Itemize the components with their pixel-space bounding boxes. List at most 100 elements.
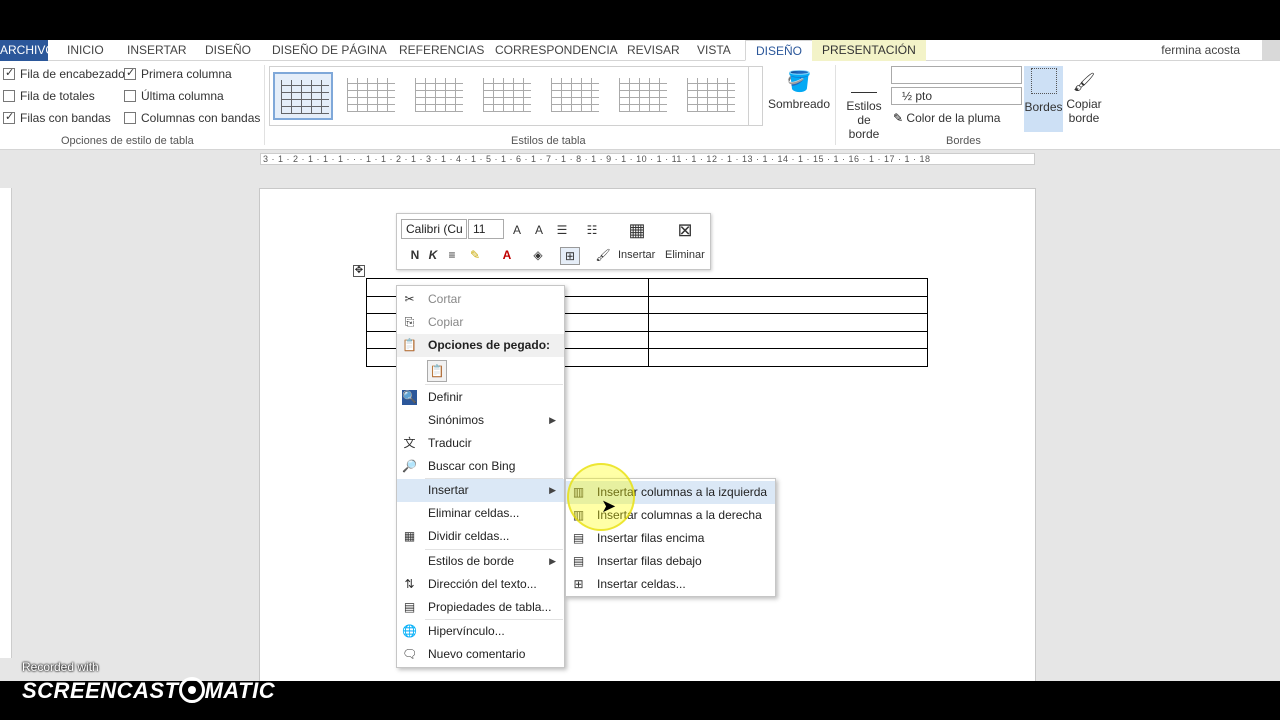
table-style-4[interactable] [477,72,537,120]
tab-diseno[interactable]: DISEÑO [205,40,251,61]
italic-icon[interactable]: K [425,247,441,263]
delete-table-icon[interactable]: ⊠ [673,219,697,241]
menu-item-table-properties[interactable]: ▤ Propiedades de tabla... [397,596,564,619]
borders-grid-icon [1030,68,1057,94]
tab-inicio[interactable]: INICIO [67,40,104,61]
tab-diseno-pagina[interactable]: DISEÑO DE PÁGINA [272,40,387,61]
paste-icon[interactable]: 📋 [427,360,447,382]
menu-item-border-styles[interactable]: Estilos de borde ▶ [397,550,564,573]
pen-color-button[interactable]: ✎ Color de la pluma [893,111,1000,125]
translate-icon: 文 [403,436,416,450]
mini-delete-label[interactable]: Eliminar [665,249,705,261]
estilos-borde-button[interactable]: Estilos de borde [838,67,890,141]
table-style-5[interactable] [545,72,605,120]
table-cell[interactable] [648,278,928,297]
line-style-dropdown[interactable] [891,66,1022,84]
screencast-logo-icon [178,677,205,703]
mini-insert-label[interactable]: Insertar [618,249,655,261]
menu-item-translate[interactable]: 文 Traducir [397,432,564,455]
table-style-1[interactable] [273,72,333,120]
text-direction-icon: ⇅ [404,577,415,591]
table-style-3[interactable] [409,72,469,120]
highlight-icon[interactable]: ✎ [464,247,486,263]
submenu-insert-cells[interactable]: ⊞ Insertar celdas... [566,573,775,596]
table-style-2[interactable] [341,72,401,120]
mouse-pointer-icon: ➤ [601,496,617,516]
borders-icon[interactable]: ⊞ [560,247,580,265]
menu-item-cut[interactable]: ✂ Cortar [397,288,564,311]
menu-item-define[interactable]: 🔍 Definir [397,386,564,409]
chk-columnas-bandas[interactable]: Columnas con bandas [124,111,260,125]
tab-correspondencia[interactable]: CORRESPONDENCIA [495,40,618,61]
format-painter-icon[interactable]: 🖌 [595,247,611,263]
numbering-icon[interactable]: ☷ [581,222,603,238]
group-separator [835,65,836,145]
horizontal-ruler[interactable]: 3 · 1 · 2 · 1 · 1 · 1 · · · 1 · 1 · 2 · … [0,151,1280,167]
gallery-scrollbar[interactable] [748,67,762,125]
bold-icon[interactable]: N [407,247,423,263]
font-name-field[interactable]: Calibri (Cu [401,219,467,239]
submenu-insert-rows-below[interactable]: ▤ Insertar filas debajo [566,550,775,573]
shrink-font-icon[interactable]: A [531,222,547,238]
table-cell[interactable] [648,295,928,315]
table-properties-icon: ▤ [403,600,416,614]
menu-item-insert[interactable]: Insertar ▶ [397,479,564,502]
tab-insertar[interactable]: INSERTAR [127,40,187,61]
brush-icon: 🖌 [1072,72,1096,92]
search-book-icon: 🔍 [402,390,417,405]
table-style-7[interactable] [681,72,741,120]
table-style-6[interactable] [613,72,673,120]
menu-item-bing[interactable]: 🔎 Buscar con Bing [397,455,564,478]
insert-table-icon[interactable]: ▦ [625,219,649,241]
vertical-ruler[interactable] [0,188,12,658]
table-cell[interactable] [648,348,928,367]
checkbox-checked-icon [124,66,136,80]
chk-primera-columna[interactable]: Primera columna [124,66,232,81]
menu-item-synonyms[interactable]: Sinónimos ▶ [397,409,564,432]
group-separator [264,65,265,145]
shading-icon[interactable]: ◈ [527,247,549,263]
copiar-borde-button[interactable]: 🖌 Copiar borde [1065,67,1103,125]
context-menu: ✂ Cortar ⎘ Copiar 📋 Opciones de pegado: 📋 🔍… [396,285,565,668]
font-size-field[interactable]: 11 [468,219,504,239]
bullets-icon[interactable]: ☰ [551,222,573,238]
insert-row-below-icon: ▤ [572,554,585,568]
ribbon-options-button[interactable] [1262,40,1280,60]
font-color-icon[interactable]: A [497,247,517,263]
globe-link-icon: 🌐 [402,624,417,638]
menu-item-delete-cells[interactable]: Eliminar celdas... [397,502,564,525]
group-label-estilos: Estilos de tabla [511,135,586,147]
chk-fila-totales[interactable]: Fila de totales [3,89,95,103]
table-cell[interactable] [648,330,928,350]
user-name[interactable]: fermina acosta [1161,40,1240,60]
menu-item-text-direction[interactable]: ⇅ Dirección del texto... [397,573,564,596]
menu-separator [425,384,563,385]
line-width-dropdown[interactable]: ½ pto [891,87,1022,105]
tab-diseno-tabla[interactable]: DISEÑO [745,40,814,61]
menu-item-copy[interactable]: ⎘ Copiar [397,311,564,334]
table-styles-gallery[interactable] [269,66,763,126]
table-grid-icon [415,78,463,112]
checkbox-icon [3,90,15,102]
group-label-bordes: Bordes [946,135,981,147]
tab-archivo[interactable]: ARCHIVO [0,40,55,61]
submenu-arrow-icon: ▶ [549,485,556,495]
menu-item-new-comment[interactable]: 🗨 Nuevo comentario [397,643,564,666]
chk-filas-bandas[interactable]: Filas con bandas [3,110,111,125]
chk-ultima-columna[interactable]: Última columna [124,89,224,103]
bordes-button[interactable]: Bordes [1024,66,1063,132]
menu-item-hyperlink[interactable]: 🌐 Hipervínculo... [397,620,564,643]
tab-vista[interactable]: VISTA [697,40,731,61]
tab-presentacion[interactable]: PRESENTACIÓN [812,40,926,61]
table-move-handle-icon[interactable]: ✥ [353,265,365,277]
center-align-icon[interactable]: ≡ [444,247,460,263]
tab-referencias[interactable]: REFERENCIAS [399,40,484,61]
table-cell[interactable] [648,313,928,332]
sombreado-button[interactable]: 🪣 Sombreado [766,67,832,111]
ribbon-tabs: ARCHIVO INICIO INSERTAR DISEÑO DISEÑO DE… [0,40,1280,61]
chk-fila-encabezado[interactable]: Fila de encabezado [3,66,125,81]
menu-item-split-cells[interactable]: ▦ Dividir celdas... [397,525,564,548]
pen-icon: ✎ [893,111,904,125]
tab-revisar[interactable]: REVISAR [627,40,680,61]
grow-font-icon[interactable]: A [509,222,525,238]
